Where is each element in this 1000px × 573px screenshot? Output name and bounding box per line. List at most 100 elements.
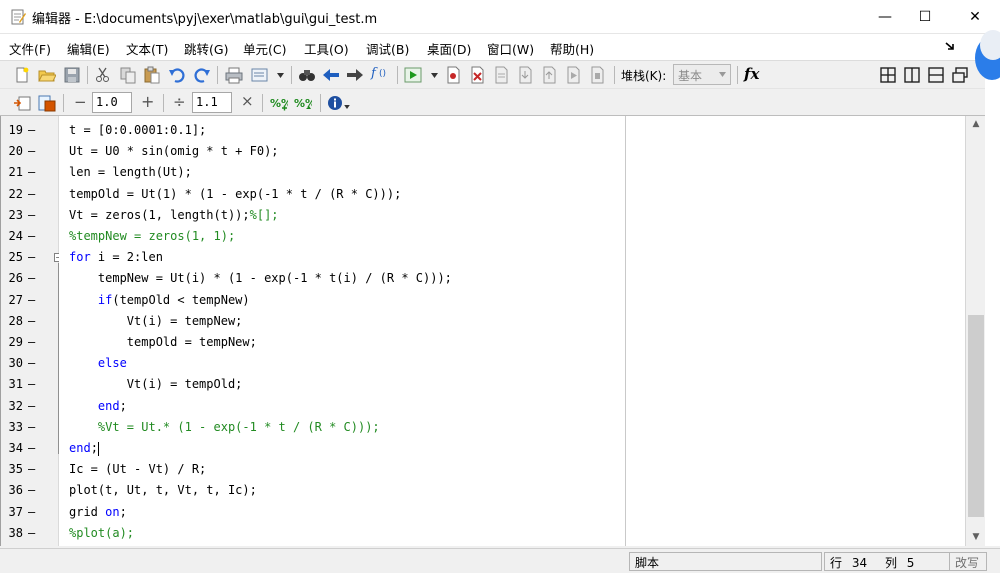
paste-icon[interactable] [143,66,161,84]
fx-button[interactable]: fx [744,65,759,83]
code-line[interactable]: grid on; [69,505,127,519]
breakpoint-marker[interactable]: – [28,377,35,391]
code-line[interactable]: %Vt = Ut.* (1 - exp(-1 * t / (R * C))); [69,420,380,434]
scroll-up-icon[interactable]: ▲ [966,116,986,133]
code-line[interactable]: tempOld = Ut(1) * (1 - exp(-1 * t / (R *… [69,187,401,201]
run-dropdown-icon[interactable] [431,73,438,78]
publish-dropdown-icon[interactable] [277,73,284,78]
menu-window[interactable]: 窗口(W) [487,39,534,58]
print-icon[interactable] [225,66,243,84]
undo-icon[interactable] [168,66,186,84]
breakpoint-marker[interactable]: – [28,250,35,264]
insert-cell-icon[interactable] [13,94,31,112]
code-line[interactable]: %plot(a); [69,526,134,540]
code-area[interactable]: t = [0:0.0001:0.1]; Ut = U0 * sin(omig * … [59,116,625,546]
breakpoint-marker[interactable]: – [28,187,35,201]
code-line[interactable]: plot(t, Ut, t, Vt, t, Ic); [69,483,257,497]
breakpoint-marker[interactable]: – [28,293,35,307]
multiply-button[interactable]: × [241,92,254,110]
code-line[interactable]: Vt = zeros(1, length(t));%[]; [69,208,279,222]
scrollbar-thumb[interactable] [968,315,984,517]
menu-cell[interactable]: 单元(C) [243,39,286,58]
menu-tools[interactable]: 工具(O) [304,39,349,58]
code-line[interactable]: tempOld = tempNew; [69,335,257,349]
back-arrow-icon[interactable] [322,66,340,84]
breakpoint-marker[interactable]: – [28,165,35,179]
breakpoint-marker[interactable]: – [28,441,35,455]
divide-button[interactable]: ÷ [173,93,186,111]
help-info-icon[interactable] [326,94,344,112]
forward-arrow-icon[interactable] [346,66,364,84]
menu-go[interactable]: 跳转(G) [184,39,228,58]
publish-icon[interactable] [251,66,269,84]
help-dropdown-icon[interactable] [344,105,350,109]
run-icon[interactable] [404,66,422,84]
breakpoint-marker[interactable]: – [28,229,35,243]
breakpoint-marker[interactable]: – [28,526,35,540]
vertical-scrollbar[interactable]: ▲ ▼ [965,116,985,546]
code-line[interactable]: end; [69,399,127,413]
increment-value-field-1[interactable]: 1.0 [92,92,132,113]
menu-help[interactable]: 帮助(H) [550,39,594,58]
breakpoint-marker[interactable]: – [28,420,35,434]
stack-select[interactable]: 基本 [673,64,731,85]
menu-text[interactable]: 文本(T) [126,39,168,58]
function-browser-icon[interactable]: f [371,66,376,81]
save-icon[interactable] [63,66,81,84]
breakpoint-marker[interactable]: – [28,483,35,497]
code-line[interactable]: %tempNew = zeros(1, 1); [69,229,235,243]
breakpoint-marker[interactable]: – [28,314,35,328]
step-icon[interactable] [493,66,511,84]
evaluate-cell-icon[interactable] [38,94,56,112]
breakpoint-marker[interactable]: – [28,208,35,222]
split-vertical-icon[interactable] [903,66,921,84]
code-line[interactable]: Ic = (Ut - Vt) / R; [69,462,206,476]
code-line[interactable]: if(tempOld < tempNew) [69,293,250,307]
breakpoint-marker[interactable]: – [28,462,35,476]
code-line[interactable]: for i = 2:len [69,250,163,264]
breakpoint-marker[interactable]: – [28,123,35,137]
menu-debug[interactable]: 调试(B) [366,39,409,58]
redo-icon[interactable] [193,66,211,84]
open-folder-icon[interactable] [38,66,56,84]
find-icon[interactable] [298,66,316,84]
code-line[interactable]: tempNew = Ut(i) * (1 - exp(-1 * t(i) / (… [69,271,452,285]
code-line[interactable]: Vt(i) = tempOld; [69,377,243,391]
breakpoint-marker[interactable]: – [28,271,35,285]
increment-button[interactable]: + [141,92,154,111]
code-line[interactable]: len = length(Ut); [69,165,192,179]
code-line[interactable]: Ut = U0 * sin(omig * t + F0); [69,144,279,158]
cut-icon[interactable] [94,66,112,84]
maximize-button[interactable]: ☐ [902,0,948,34]
dock-arrow-icon[interactable] [944,40,956,52]
breakpoint-marker[interactable]: – [28,335,35,349]
new-file-icon[interactable] [13,66,31,84]
menu-desktop[interactable]: 桌面(D) [427,39,471,58]
menu-file[interactable]: 文件(F) [9,39,51,58]
code-line[interactable]: t = [0:0.0001:0.1]; [69,123,206,137]
hide-cell-titles-icon[interactable]: %% [294,94,312,112]
code-line[interactable]: end; [69,441,99,456]
clear-breakpoints-icon[interactable] [469,66,487,84]
split-horizontal-icon[interactable] [927,66,945,84]
tile-layout-icon[interactable] [879,66,897,84]
float-windows-icon[interactable] [951,66,969,84]
exit-debug-icon[interactable] [589,66,607,84]
code-line[interactable]: else [69,356,127,370]
decrement-button[interactable]: − [74,93,87,111]
menu-edit[interactable]: 编辑(E) [67,39,110,58]
continue-icon[interactable] [565,66,583,84]
set-breakpoint-icon[interactable] [445,66,463,84]
step-out-icon[interactable] [541,66,559,84]
scroll-down-icon[interactable]: ▼ [966,529,986,546]
breakpoint-marker[interactable]: – [28,356,35,370]
code-line[interactable]: Vt(i) = tempNew; [69,314,243,328]
show-cell-titles-icon[interactable]: %% [270,94,288,112]
increment-value-field-2[interactable]: 1.1 [192,92,232,113]
copy-icon[interactable] [119,66,137,84]
step-in-icon[interactable] [517,66,535,84]
breakpoint-marker[interactable]: – [28,505,35,519]
editor-pane[interactable]: 19–20–21–22–23–24–25–−26–27–28–29–30–31–… [0,116,985,546]
breakpoint-marker[interactable]: – [28,144,35,158]
breakpoint-marker[interactable]: – [28,399,35,413]
